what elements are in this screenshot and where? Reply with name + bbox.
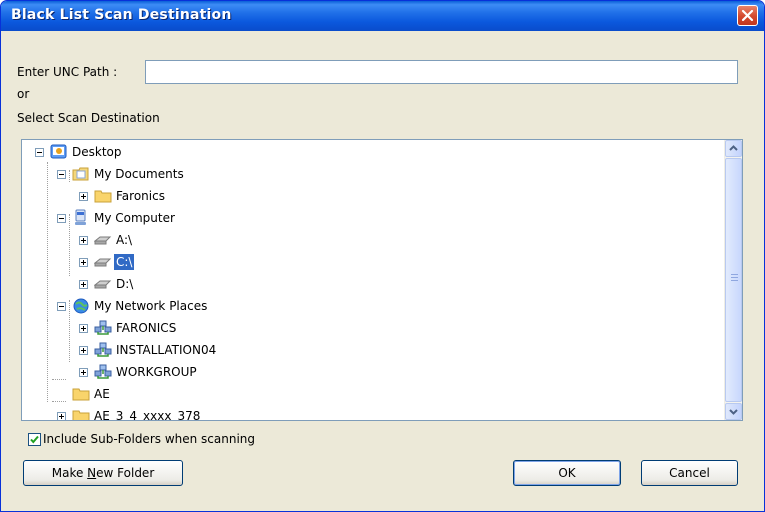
make-new-folder-text-pre: Make: [51, 466, 88, 480]
expand-toggle[interactable]: [79, 368, 88, 377]
drive-icon: [94, 258, 112, 267]
tree-label: My Documents: [94, 167, 184, 181]
close-button[interactable]: [737, 5, 758, 26]
ok-button[interactable]: OK: [513, 460, 621, 486]
folder-tree[interactable]: Desktop My Documents Faronics My Compute…: [21, 139, 743, 421]
network-places-icon: [73, 298, 89, 314]
documents-folder-icon: [72, 167, 89, 181]
tree-label: AE_3_4_xxxx_378: [94, 409, 201, 421]
title-bar[interactable]: Black List Scan Destination: [1, 1, 764, 31]
computer-icon: [75, 209, 86, 225]
dialog-window: Black List Scan Destination Enter UNC Pa…: [0, 0, 765, 512]
collapse-toggle[interactable]: [57, 302, 66, 311]
collapse-toggle[interactable]: [57, 214, 66, 223]
folder-icon: [72, 388, 90, 401]
thumb-grip: [731, 274, 738, 275]
tree-item-my-network-places[interactable]: My Network Places: [52, 296, 209, 316]
expand-toggle[interactable]: [79, 324, 88, 333]
chevron-down-icon: [729, 409, 738, 415]
workgroup-icon: [94, 364, 112, 379]
tree-item-drive-d[interactable]: D:\: [74, 274, 135, 294]
tree-label: C:\: [112, 253, 136, 271]
tree-item-ae[interactable]: AE: [52, 384, 112, 404]
make-new-folder-text-post: ew Folder: [96, 466, 155, 480]
tree-label: Faronics: [116, 189, 165, 203]
drive-icon: [94, 280, 112, 289]
tree-line: [47, 320, 48, 402]
tree-item-desktop[interactable]: Desktop: [30, 142, 124, 162]
tree-label: My Network Places: [94, 299, 208, 313]
folder-icon: [94, 190, 112, 203]
ok-label: OK: [558, 466, 576, 480]
cancel-label: Cancel: [669, 466, 710, 480]
collapse-toggle[interactable]: [35, 148, 44, 157]
vertical-scrollbar[interactable]: [724, 140, 742, 420]
tree-label: My Computer: [94, 211, 175, 225]
scroll-down-button[interactable]: [725, 403, 742, 420]
include-subfolders-checkbox[interactable]: [28, 433, 41, 446]
tree-content: Desktop My Documents Faronics My Compute…: [22, 140, 722, 421]
checkmark-icon: [30, 435, 39, 444]
tree-label: FARONICS: [116, 321, 177, 335]
tree-label: Desktop: [72, 145, 122, 159]
workgroup-icon: [94, 342, 112, 357]
dialog-body: Enter UNC Path : or Select Scan Destinat…: [5, 31, 760, 509]
desktop-icon: [50, 144, 67, 159]
scroll-thumb[interactable]: [725, 158, 742, 402]
include-subfolders-label[interactable]: Include Sub-Folders when scanning: [43, 432, 255, 446]
collapse-toggle[interactable]: [57, 170, 66, 179]
expand-toggle[interactable]: [79, 346, 88, 355]
unc-path-label: Enter UNC Path :: [17, 65, 118, 79]
tree-label: AE: [94, 387, 110, 401]
expand-toggle[interactable]: [57, 412, 66, 420]
make-new-folder-button[interactable]: Make New Folder: [23, 460, 183, 486]
thumb-grip: [731, 280, 738, 281]
tree-item-drive-c[interactable]: C:\: [74, 252, 136, 272]
tree-label: INSTALLATION04: [116, 343, 217, 357]
unc-path-input[interactable]: [145, 60, 738, 84]
window-title: Black List Scan Destination: [11, 7, 232, 23]
tree-item-my-documents[interactable]: My Documents: [52, 164, 186, 184]
tree-item-network-installation04[interactable]: INSTALLATION04: [74, 340, 218, 360]
close-icon: [741, 9, 754, 22]
tree-label: D:\: [116, 277, 134, 291]
tree-item-network-workgroup[interactable]: WORKGROUP: [74, 362, 199, 382]
thumb-grip: [731, 277, 738, 278]
tree-line: [52, 379, 66, 380]
tree-label: A:\: [116, 233, 133, 247]
expand-toggle[interactable]: [79, 280, 88, 289]
tree-item-faronics[interactable]: Faronics: [74, 186, 167, 206]
folder-icon: [72, 410, 90, 420]
chevron-up-icon: [729, 145, 738, 151]
drive-icon: [94, 236, 112, 245]
tree-line: [47, 162, 48, 320]
tree-item-my-computer[interactable]: My Computer: [52, 208, 177, 228]
tree-item-drive-a[interactable]: A:\: [74, 230, 134, 250]
scroll-up-button[interactable]: [725, 140, 742, 157]
tree-label: WORKGROUP: [116, 365, 197, 379]
expand-toggle[interactable]: [79, 192, 88, 201]
workgroup-icon: [94, 320, 112, 335]
select-destination-label: Select Scan Destination: [17, 111, 160, 125]
tree-item-ae-3-4-xxxx-378[interactable]: AE_3_4_xxxx_378: [52, 406, 202, 421]
expand-toggle[interactable]: [79, 236, 88, 245]
make-new-folder-mnemonic: N: [87, 466, 97, 480]
cancel-button[interactable]: Cancel: [641, 460, 738, 486]
tree-item-network-faronics[interactable]: FARONICS: [74, 318, 178, 338]
expand-toggle[interactable]: [79, 258, 88, 267]
or-label: or: [17, 87, 30, 101]
